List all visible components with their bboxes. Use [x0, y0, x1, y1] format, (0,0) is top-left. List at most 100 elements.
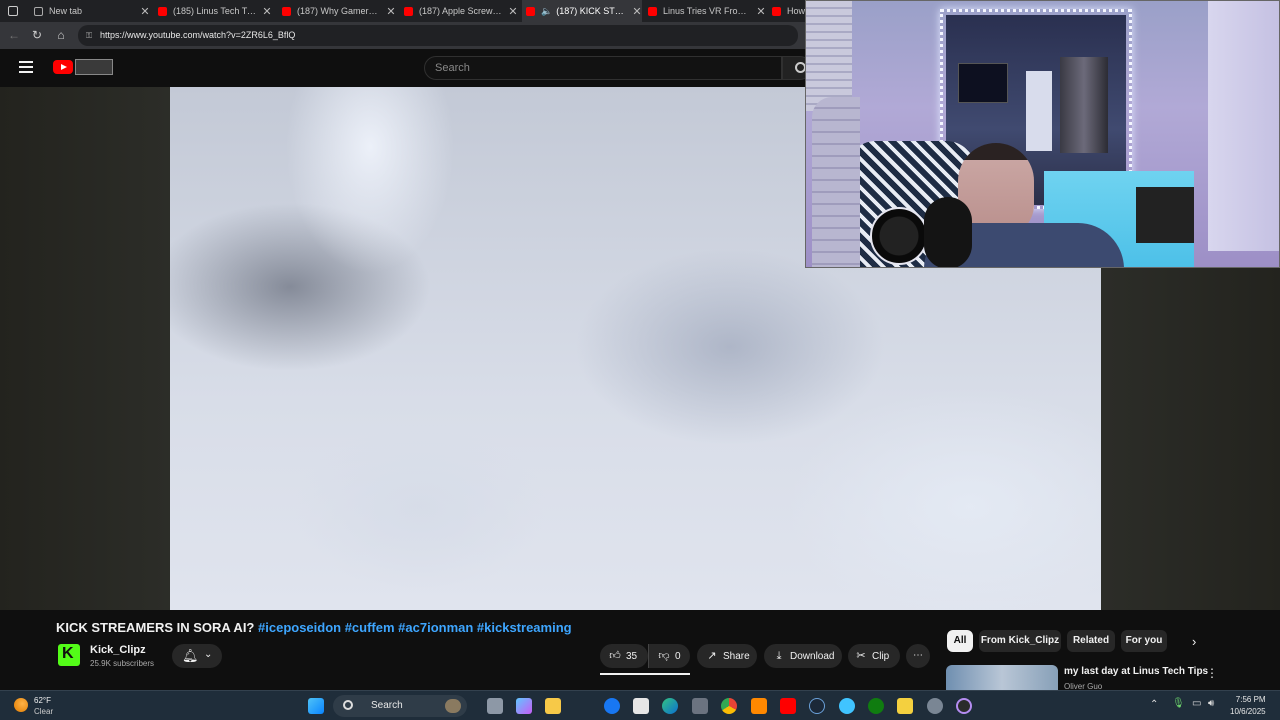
youtube-app-icon[interactable]	[780, 698, 796, 714]
tab-gamersnexus[interactable]: (187) Why GamersNex ✕	[282, 0, 396, 22]
chevron-up-icon[interactable]: ⌃	[1150, 699, 1158, 710]
close-icon[interactable]: ✕	[386, 5, 396, 18]
search-input[interactable]: Search	[424, 56, 782, 80]
tab-linus-vr[interactable]: Linus Tries VR From 19 ✕	[648, 0, 766, 22]
share-label: Share	[723, 651, 750, 662]
obs-icon[interactable]	[956, 698, 972, 714]
youtube-logo-icon[interactable]	[53, 60, 73, 74]
tab-title: (187) Apple Screwed U	[419, 6, 502, 16]
close-icon[interactable]: ✕	[140, 5, 150, 18]
chip-related[interactable]: Related	[1067, 630, 1115, 652]
windows-start-icon[interactable]	[308, 698, 324, 714]
like-button[interactable]: 👍︎ 35	[600, 644, 648, 668]
site-info-icon[interactable]: ⚿	[86, 25, 92, 46]
microphone-icon[interactable]: 🎙︎	[1172, 698, 1185, 709]
download-icon: ⤓	[776, 650, 782, 662]
like-ratio-bar	[600, 673, 690, 675]
task-view-icon[interactable]	[487, 698, 503, 714]
headboard	[812, 97, 860, 267]
clip-button[interactable]: ✂ Clip	[848, 644, 900, 668]
hamburger-menu-icon[interactable]	[19, 61, 33, 73]
vlc-icon[interactable]	[751, 698, 767, 714]
share-icon: ↗	[707, 650, 717, 662]
search-icon	[343, 700, 353, 710]
hanging-clothes	[1060, 57, 1108, 153]
settings-icon[interactable]	[927, 698, 943, 714]
video-hashtags[interactable]: #iceposeidon #cuffem #ac7ionman #kickstr…	[258, 620, 572, 635]
youtube-icon	[282, 6, 291, 16]
download-label: Download	[790, 651, 835, 662]
facebook-icon[interactable]	[604, 698, 620, 714]
channel-avatar[interactable]	[58, 644, 80, 666]
video-title-text: KICK STREAMERS IN SORA AI?	[56, 620, 255, 635]
microphone	[870, 207, 928, 265]
recommended-thumbnail[interactable]	[946, 665, 1058, 690]
chip-from-channel[interactable]: From Kick_Clipz	[979, 630, 1061, 652]
address-bar[interactable]: ⚿ https://www.youtube.com/watch?v=2ZR6L6…	[78, 25, 798, 46]
webcam-overlay	[805, 0, 1280, 268]
search-highlight-icon	[445, 699, 461, 713]
url-text: https://www.youtube.com/watch?v=2ZR6L6_B…	[100, 30, 296, 40]
close-icon[interactable]: ✕	[632, 5, 642, 18]
file-explorer-icon[interactable]	[545, 698, 561, 714]
back-icon[interactable]: ←	[6, 27, 22, 43]
close-icon[interactable]: ✕	[756, 5, 766, 18]
youtube-icon	[404, 6, 413, 16]
tab-new-tab[interactable]: New tab ✕	[34, 0, 150, 22]
close-icon[interactable]: ✕	[508, 5, 518, 18]
sticky-notes-icon[interactable]	[897, 698, 913, 714]
app-gear-icon[interactable]	[839, 698, 855, 714]
weather-temp: 62°F	[34, 696, 51, 705]
more-actions-button[interactable]: ⋯	[906, 644, 930, 668]
volume-icon[interactable]: 🔊︎	[1208, 698, 1214, 709]
share-button[interactable]: ↗ Share	[697, 644, 757, 668]
notification-bell-button[interactable]: 🔔︎ ⌄	[172, 644, 222, 668]
more-options-icon[interactable]: ⋮	[1206, 666, 1218, 680]
reload-icon[interactable]: ↻	[29, 27, 45, 43]
network-icon[interactable]: ▭	[1192, 698, 1201, 709]
taskbar-clock[interactable]: 7:56 PM 10/6/2025	[1230, 694, 1266, 718]
player-letterbox-left	[0, 87, 170, 610]
youtube-icon	[772, 6, 781, 16]
window-blinds	[806, 1, 852, 111]
youtube-icon	[158, 6, 167, 16]
tab-kick-streamers[interactable]: 🔈 (187) KICK STREAM ✕	[522, 0, 642, 22]
chip-for-you[interactable]: For you	[1121, 630, 1167, 652]
tab-title: (187) KICK STREAM	[556, 6, 626, 16]
calculator-icon[interactable]	[692, 698, 708, 714]
tab-title: How	[787, 6, 806, 16]
tab-title: Linus Tries VR From 19	[663, 6, 750, 16]
thumbs-up-icon: 👍︎	[609, 650, 621, 662]
recommended-title[interactable]: my last day at Linus Tech Tips	[1064, 666, 1208, 677]
tab-how[interactable]: How	[772, 0, 806, 22]
white-door	[1208, 1, 1279, 251]
close-icon[interactable]: ✕	[262, 5, 272, 18]
tab-title: (185) Linus Tech Tips -	[173, 6, 256, 16]
chevron-right-icon[interactable]: ›	[1192, 634, 1196, 649]
tab-actions-icon[interactable]	[8, 6, 18, 16]
edge-icon[interactable]	[662, 698, 678, 714]
download-button[interactable]: ⤓ Download	[764, 644, 842, 668]
weather-icon	[14, 698, 28, 712]
channel-name[interactable]: Kick_Clipz	[90, 644, 146, 656]
taskbar: 62°F Clear Search ⌃ 🎙︎ ▭ 🔊︎ 7:56 PM 10/6…	[0, 690, 1280, 720]
page-icon	[34, 6, 43, 16]
tab-apple-screwed[interactable]: (187) Apple Screwed U ✕	[404, 0, 518, 22]
video-info-section: KICK STREAMERS IN SORA AI? #iceposeidon …	[0, 610, 1280, 691]
chip-all[interactable]: All	[947, 630, 973, 652]
steam-icon[interactable]	[809, 698, 825, 714]
xbox-icon[interactable]	[868, 698, 884, 714]
youtube-icon	[648, 6, 657, 16]
tv-screen	[958, 63, 1008, 103]
taskbar-search[interactable]: Search	[333, 695, 467, 717]
amazon-icon[interactable]	[633, 698, 649, 714]
home-icon[interactable]: ⌂	[53, 27, 69, 43]
bell-icon: 🔔︎	[182, 648, 199, 663]
youtube-doodle-logo[interactable]	[75, 59, 113, 75]
tab-linus-tech-tips[interactable]: (185) Linus Tech Tips - ✕	[158, 0, 272, 22]
clip-label: Clip	[872, 651, 890, 662]
audio-playing-icon[interactable]: 🔈	[541, 6, 552, 17]
copilot-icon[interactable]	[516, 698, 532, 714]
chrome-icon[interactable]	[721, 698, 737, 714]
dislike-button[interactable]: 👎︎ 0	[648, 644, 690, 668]
